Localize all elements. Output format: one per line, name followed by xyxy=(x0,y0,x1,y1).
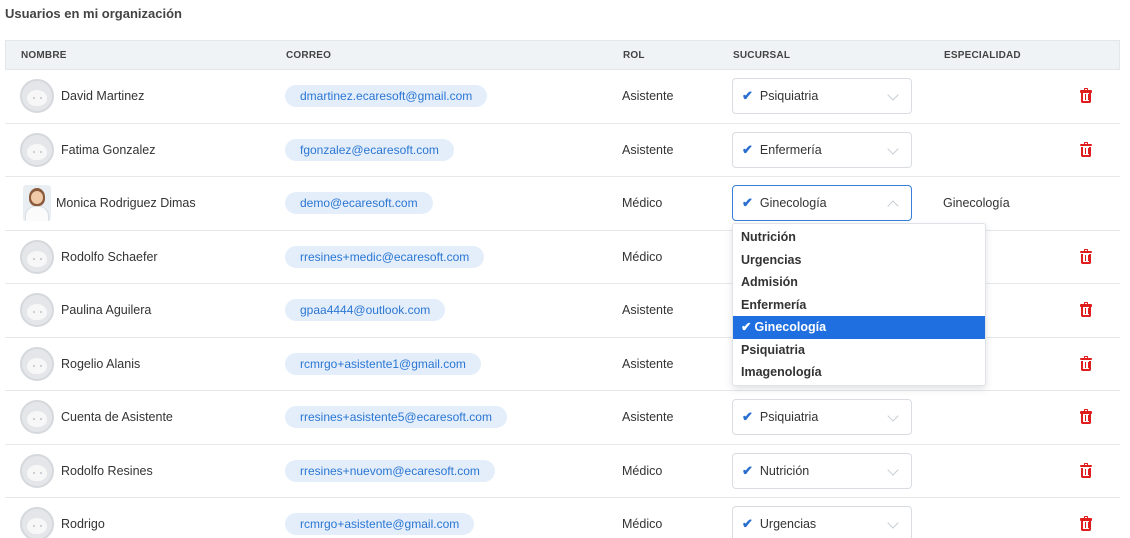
check-icon: ✔ xyxy=(742,516,753,532)
email-pill[interactable]: rresines+medic@ecaresoft.com xyxy=(285,245,485,268)
default-avatar-icon xyxy=(20,79,54,114)
header-email: CORREO xyxy=(286,49,332,61)
email-pill[interactable]: rcmrgo+asistente1@gmail.com xyxy=(285,352,481,375)
trash-icon[interactable] xyxy=(1080,302,1092,318)
chevron-down-icon xyxy=(887,143,899,155)
chevron-up-icon xyxy=(887,200,899,212)
dropdown-option-admision[interactable]: Admisión xyxy=(733,271,985,294)
trash-icon[interactable] xyxy=(1080,248,1092,264)
chevron-down-icon xyxy=(887,410,899,422)
check-icon: ✔ xyxy=(741,320,752,334)
user-role: Asistente xyxy=(622,142,674,157)
branch-select[interactable]: ✔ Nutrición xyxy=(732,452,912,489)
user-role: Asistente xyxy=(622,410,674,425)
default-avatar-icon xyxy=(20,293,54,328)
email-pill[interactable]: gpaa4444@outlook.com xyxy=(285,299,446,322)
table-row: David Martinez dmartinez.ecaresoft@gmail… xyxy=(5,70,1120,124)
user-name: David Martinez xyxy=(61,89,145,104)
chevron-down-icon xyxy=(887,464,899,476)
user-name: Rodrigo xyxy=(61,517,105,532)
branch-value: Nutrición xyxy=(759,463,810,478)
chevron-down-icon xyxy=(887,517,899,529)
trash-icon[interactable] xyxy=(1080,409,1092,425)
table-header: NOMBRE CORREO ROL SUCURSAL ESPECIALIDAD xyxy=(5,40,1120,70)
default-avatar-icon xyxy=(20,507,54,538)
header-branch: SUCURSAL xyxy=(733,49,791,61)
table-row: Rodolfo Resines rresines+nuevom@ecaresof… xyxy=(5,445,1120,498)
user-role: Médico xyxy=(622,463,663,478)
user-name: Rodolfo Schaefer xyxy=(61,249,158,264)
trash-icon[interactable] xyxy=(1080,462,1092,478)
check-icon: ✔ xyxy=(742,409,753,425)
check-icon: ✔ xyxy=(742,462,753,478)
user-name: Cuenta de Asistente xyxy=(61,410,173,425)
user-photo-avatar xyxy=(23,185,51,222)
branch-value: Enfermería xyxy=(759,142,822,157)
email-pill[interactable]: demo@ecaresoft.com xyxy=(285,192,433,215)
email-pill[interactable]: rresines+asistente5@ecaresoft.com xyxy=(285,406,507,429)
email-pill[interactable]: fgonzalez@ecaresoft.com xyxy=(285,138,454,161)
dropdown-option-nutricion[interactable]: Nutrición xyxy=(733,226,985,249)
check-icon: ✔ xyxy=(742,141,753,157)
branch-value: Urgencias xyxy=(759,517,817,532)
email-pill[interactable]: rcmrgo+asistente@gmail.com xyxy=(285,513,475,536)
table-row: Rodrigo rcmrgo+asistente@gmail.com Médic… xyxy=(5,498,1120,538)
default-avatar-icon xyxy=(20,132,54,167)
user-role: Médico xyxy=(622,517,663,532)
branch-select-open[interactable]: ✔ Ginecología xyxy=(732,185,912,222)
user-specialty: Ginecología xyxy=(943,196,1010,211)
user-role: Médico xyxy=(622,196,663,211)
table-row: Cuenta de Asistente rresines+asistente5@… xyxy=(5,391,1120,445)
user-role: Asistente xyxy=(622,89,674,104)
default-avatar-icon xyxy=(20,346,54,381)
check-icon: ✔ xyxy=(742,195,753,211)
header-name: NOMBRE xyxy=(21,49,67,61)
branch-select[interactable]: ✔ Psiquiatria xyxy=(732,78,912,115)
user-role: Asistente xyxy=(622,356,674,371)
trash-icon[interactable] xyxy=(1080,141,1092,157)
user-name: Fatima Gonzalez xyxy=(61,142,156,157)
branch-value: Psiquiatria xyxy=(759,89,819,104)
dropdown-option-psiquiatria[interactable]: Psiquiatria xyxy=(733,339,985,362)
user-name: Rodolfo Resines xyxy=(61,463,153,478)
dropdown-option-ginecologia[interactable]: ✔ Ginecología xyxy=(733,316,985,339)
trash-icon[interactable] xyxy=(1080,516,1092,532)
check-icon: ✔ xyxy=(742,88,753,104)
user-role: Médico xyxy=(622,249,663,264)
header-role: ROL xyxy=(623,49,645,61)
user-name: Monica Rodriguez Dimas xyxy=(56,196,196,211)
dropdown-option-urgencias[interactable]: Urgencias xyxy=(733,249,985,272)
trash-icon[interactable] xyxy=(1080,88,1092,104)
default-avatar-icon xyxy=(20,453,54,488)
user-name: Paulina Aguilera xyxy=(61,303,152,318)
trash-icon[interactable] xyxy=(1080,355,1092,371)
branch-select[interactable]: ✔ Enfermería xyxy=(732,131,912,168)
branch-value: Ginecología xyxy=(759,196,827,211)
branch-select[interactable]: ✔ Urgencias xyxy=(732,506,912,538)
chevron-down-icon xyxy=(887,89,899,101)
header-specialty: ESPECIALIDAD xyxy=(944,49,1021,61)
user-role: Asistente xyxy=(622,303,674,318)
page-title: Usuarios en mi organización xyxy=(5,6,182,21)
branch-value: Psiquiatria xyxy=(759,410,819,425)
user-name: Rogelio Alanis xyxy=(61,356,141,371)
email-pill[interactable]: dmartinez.ecaresoft@gmail.com xyxy=(285,85,488,108)
default-avatar-icon xyxy=(20,400,54,435)
branch-dropdown-menu: Nutrición Urgencias Admisión Enfermería … xyxy=(732,223,986,386)
table-row: Fatima Gonzalez fgonzalez@ecaresoft.com … xyxy=(5,124,1120,177)
default-avatar-icon xyxy=(20,239,54,274)
dropdown-option-imagenologia[interactable]: Imagenología xyxy=(733,361,985,384)
email-pill[interactable]: rresines+nuevom@ecaresoft.com xyxy=(285,459,495,482)
dropdown-option-enfermeria[interactable]: Enfermería xyxy=(733,294,985,317)
branch-select[interactable]: ✔ Psiquiatria xyxy=(732,399,912,436)
